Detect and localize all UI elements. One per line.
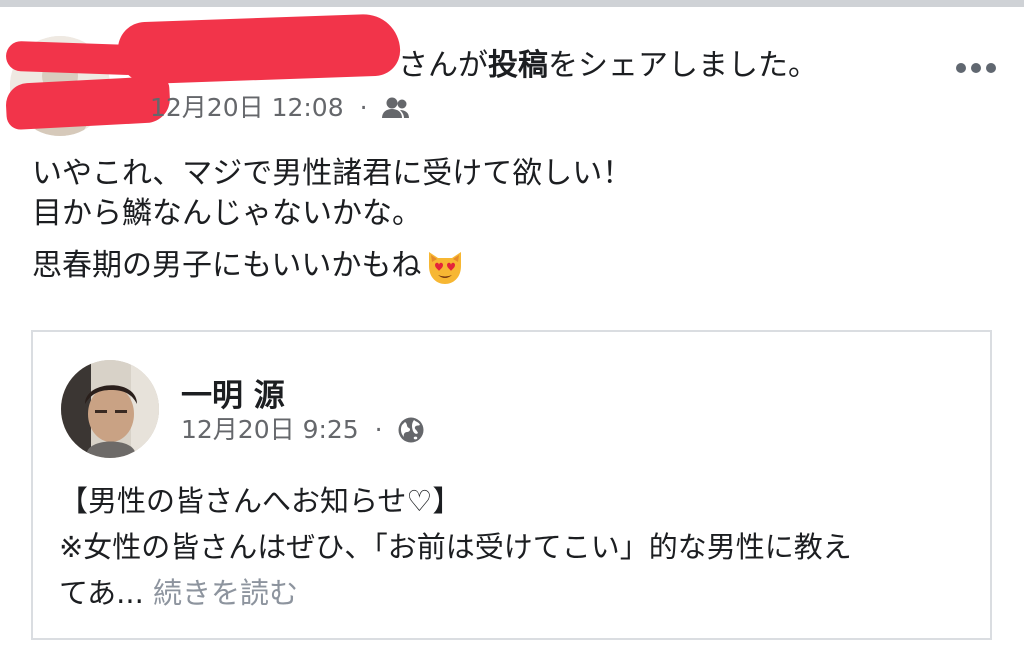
heart-eyes-cat-emoji <box>429 251 462 284</box>
post-line-with-emoji: 思春期の男子にもいいかもね <box>32 246 632 286</box>
redaction-mark <box>4 75 172 131</box>
more-options-button[interactable] <box>948 52 1004 84</box>
post-line: 思春期の男子にもいいかもね <box>32 248 422 283</box>
shared-line: 【男性の皆さんへお知らせ♡】 <box>59 484 462 518</box>
top-divider <box>0 0 1024 7</box>
post-body: いやこれ、マジで男性諸君に受けて欲しい！ 目から鱗なんじゃないかな。 思春期の男… <box>32 154 632 286</box>
shared-post-meta: 12月20日 9:25 · <box>181 412 425 447</box>
shared-post-body: 【男性の皆さんへお知らせ♡】 ※女性の皆さんはぜひ、「お前は受けてこい」的な男性… <box>59 478 852 616</box>
meta-separator: · <box>374 415 383 444</box>
post-link[interactable]: 投稿 <box>488 48 548 83</box>
post-line: いやこれ、マジで男性諸君に受けて欲しい！ <box>32 156 633 191</box>
meta-separator: · <box>359 93 368 122</box>
more-dot <box>986 63 996 73</box>
share-text-suffix: をシェアしました。 <box>548 48 818 83</box>
shared-line: ※女性の皆さんはぜひ、「お前は受けてこい」的な男性に教え <box>59 530 852 564</box>
more-horizontal-icon <box>956 63 966 73</box>
share-text-prefix: さんが <box>398 48 488 83</box>
redaction-mark <box>117 13 401 85</box>
post-meta: 12月20日 12:08 · <box>150 90 411 125</box>
more-dot <box>971 63 981 73</box>
author-name[interactable]: 一明 源 <box>181 370 285 415</box>
post-timestamp[interactable]: 12月20日 12:08 <box>150 91 344 125</box>
shared-timestamp[interactable]: 12月20日 9:25 <box>181 415 359 444</box>
author-avatar-image <box>61 360 159 458</box>
post-line: 目から鱗なんじゃないかな。 <box>32 196 422 231</box>
see-more-link[interactable]: 続きを読む <box>153 576 298 610</box>
author-avatar[interactable] <box>61 360 159 458</box>
globe-icon[interactable] <box>397 416 425 444</box>
shared-post-card[interactable]: 一明 源 12月20日 9:25 · 【男性の皆さんへお知らせ♡】 ※女性の皆さ… <box>31 330 992 640</box>
shared-line: てあ... <box>59 576 144 610</box>
share-headline: さんが投稿をシェアしました。 <box>398 46 818 86</box>
shared-line-last: てあ... 続きを読む <box>59 570 852 616</box>
friends-icon[interactable] <box>381 96 411 120</box>
